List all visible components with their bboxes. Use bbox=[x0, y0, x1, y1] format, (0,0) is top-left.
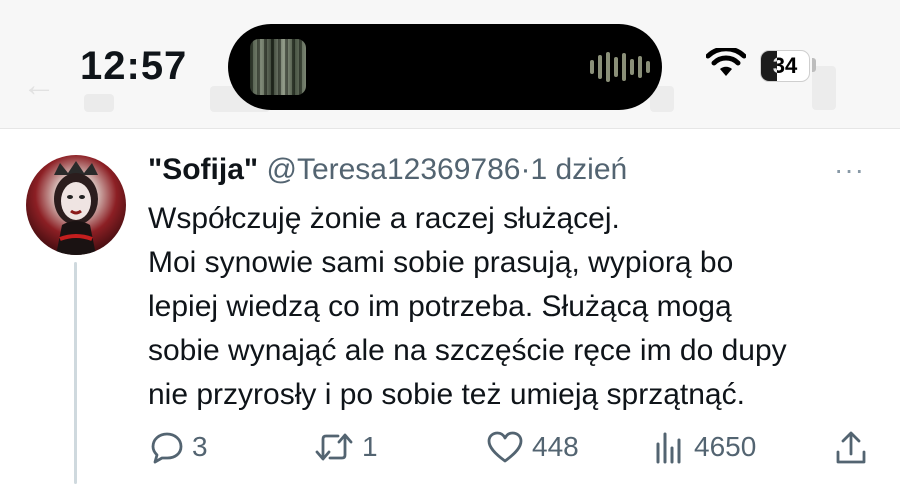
tweet-header: "Sofija" @Teresa12369786·1 dzień bbox=[148, 153, 627, 187]
share-button[interactable] bbox=[834, 430, 868, 466]
retweet-button[interactable]: 1 bbox=[314, 430, 378, 464]
reply-count: 3 bbox=[192, 431, 208, 462]
reply-icon bbox=[151, 432, 183, 464]
reply-button[interactable]: 3 bbox=[150, 430, 208, 464]
display-name[interactable]: "Sofija" bbox=[148, 153, 258, 186]
user-handle[interactable]: @Teresa12369786 bbox=[266, 153, 520, 186]
audio-waveform-icon bbox=[590, 50, 650, 84]
like-count: 448 bbox=[532, 431, 579, 462]
battery-tip bbox=[812, 58, 816, 72]
tweet-text-line: nie przyrosły i po sobie też umieją sprz… bbox=[148, 378, 745, 411]
dynamic-island[interactable] bbox=[228, 24, 662, 110]
avatar[interactable] bbox=[26, 155, 126, 255]
tweet-text-line: Moi synowie sami sobie prasują, wypiorą … bbox=[148, 246, 734, 279]
tweet-text-line: sobie wynająć ale na szczęście ręce im d… bbox=[148, 334, 787, 367]
like-button[interactable]: 448 bbox=[486, 430, 579, 464]
now-playing-artwork bbox=[250, 39, 306, 95]
views-icon bbox=[656, 432, 681, 464]
wifi-icon bbox=[706, 48, 746, 76]
status-bar: ← 12:57 34 bbox=[0, 0, 900, 128]
tweet-time[interactable]: 1 dzień bbox=[530, 153, 627, 186]
tweet-text: Współczuję żonie a raczej służącej. Moi … bbox=[148, 197, 888, 417]
tweet-text-line: lepiej wiedzą co im potrzeba. Służącą mo… bbox=[148, 290, 732, 323]
more-options-icon[interactable]: ··· bbox=[834, 154, 865, 186]
share-icon bbox=[836, 431, 866, 464]
back-arrow-icon: ← bbox=[22, 66, 56, 104]
status-time: 12:57 bbox=[80, 44, 188, 88]
tweet-text-line: Współczuję żonie a raczej służącej. bbox=[148, 202, 620, 235]
views-button[interactable]: 4650 bbox=[652, 430, 756, 464]
tweet-actions: 3 1 448 4650 bbox=[0, 430, 900, 480]
views-count: 4650 bbox=[694, 431, 757, 462]
retweet-count: 1 bbox=[362, 431, 378, 462]
retweet-icon bbox=[315, 433, 353, 461]
heart-icon bbox=[487, 431, 523, 463]
header-divider bbox=[0, 128, 900, 129]
battery-level: 34 bbox=[772, 53, 798, 78]
separator-dot: · bbox=[520, 153, 531, 186]
battery-icon: 34 bbox=[760, 50, 810, 82]
